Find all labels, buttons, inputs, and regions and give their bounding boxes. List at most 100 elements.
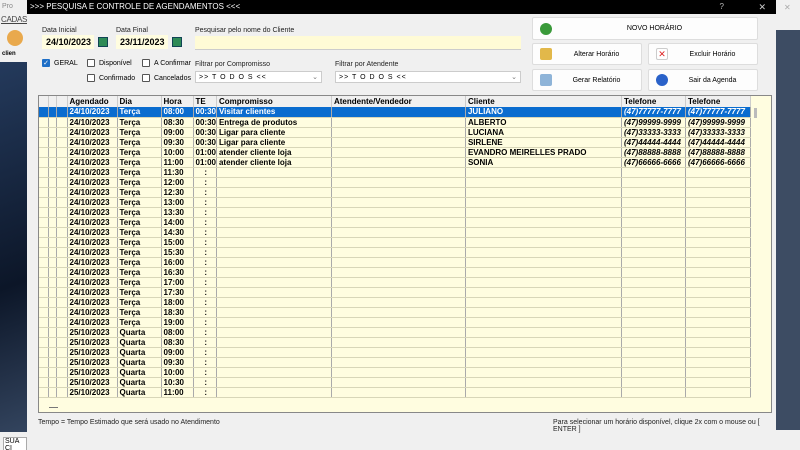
- row-marker-cell: [48, 147, 57, 158]
- row-marker-cell: [39, 207, 49, 218]
- table-cell: 25/10/2023: [67, 357, 118, 368]
- table-row[interactable]: 24/10/2023 Terça 17:00:: [39, 277, 751, 288]
- background-menu[interactable]: CADAS: [1, 15, 27, 24]
- table-row[interactable]: 25/10/2023 Quarta 08:30:: [39, 337, 751, 348]
- table-cell: 24/10/2023: [67, 267, 118, 278]
- table-row[interactable]: 24/10/2023 Terça 12:00:: [39, 177, 751, 188]
- table-cell: [331, 247, 466, 258]
- table-cell: :: [193, 327, 217, 338]
- calendar-icon[interactable]: [98, 37, 108, 47]
- table-row[interactable]: 24/10/2023 Terça 19:00:: [39, 317, 751, 328]
- table-row[interactable]: 25/10/2023 Quarta 09:00:: [39, 347, 751, 358]
- help-button[interactable]: ?: [720, 0, 724, 14]
- column-header[interactable]: [56, 96, 68, 107]
- column-header[interactable]: Hora: [161, 96, 194, 107]
- table-row[interactable]: 25/10/2023 Quarta 10:30:: [39, 377, 751, 388]
- table-cell: [331, 237, 466, 248]
- table-row[interactable]: 24/10/2023 Terça 09:00 00:30 Ligar para clie…: [39, 127, 751, 138]
- table-cell: [685, 327, 751, 338]
- agendamentos-grid[interactable]: Agendado Dia Hora TE Compromisso Atendente/Ve…: [38, 95, 772, 413]
- table-row[interactable]: 24/10/2023 Terça 14:30:: [39, 227, 751, 238]
- table-cell: Terça: [117, 237, 162, 248]
- data-inicial-field[interactable]: 24/10/2023: [42, 35, 94, 49]
- table-cell: [216, 267, 332, 278]
- table-cell: 08:00: [161, 327, 194, 338]
- table-cell: [621, 337, 686, 348]
- novo-horario-button[interactable]: NOVO HORÁRIO: [532, 17, 758, 40]
- checkbox-confirmado[interactable]: Confirmado: [87, 74, 135, 82]
- alterar-horario-button[interactable]: Alterar Horário: [532, 43, 642, 65]
- column-header[interactable]: Telefone: [621, 96, 686, 107]
- column-header[interactable]: Dia: [117, 96, 162, 107]
- table-row[interactable]: 24/10/2023 Terça 17:30:: [39, 287, 751, 298]
- table-row[interactable]: 24/10/2023 Terça 12:30:: [39, 187, 751, 198]
- table-cell: [621, 227, 686, 238]
- table-row[interactable]: 24/10/2023 Terça 13:00:: [39, 197, 751, 208]
- table-row[interactable]: 24/10/2023 Terça 08:30 00:30 Entrega de prod…: [39, 117, 751, 128]
- row-marker-cell: [56, 337, 68, 348]
- column-header[interactable]: Telefone: [685, 96, 751, 107]
- table-cell: 24/10/2023: [67, 197, 118, 208]
- column-header[interactable]: Compromisso: [216, 96, 332, 107]
- table-cell: [216, 367, 332, 378]
- table-cell: 25/10/2023: [67, 327, 118, 338]
- row-marker-cell: [56, 387, 68, 398]
- column-header[interactable]: [39, 96, 49, 107]
- table-row[interactable]: 25/10/2023 Quarta 08:00:: [39, 327, 751, 338]
- table-row[interactable]: 24/10/2023 Terça 16:30:: [39, 267, 751, 278]
- table-row[interactable]: 24/10/2023 Terça 10:00 01:00 atender cliente…: [39, 147, 751, 158]
- table-row[interactable]: 24/10/2023 Terça 14:00:: [39, 217, 751, 228]
- column-header[interactable]: Agendado: [67, 96, 118, 107]
- close-button[interactable]: ✕: [758, 0, 766, 14]
- column-header[interactable]: Atendente/Vendedor: [331, 96, 466, 107]
- table-cell: :: [193, 197, 217, 208]
- table-cell: (47)44444-4444: [685, 137, 751, 148]
- table-row[interactable]: 25/10/2023 Quarta 10:00:: [39, 367, 751, 378]
- table-row[interactable]: 24/10/2023 Terça 08:00 00:30 Visitar cliente…: [39, 107, 751, 118]
- table-row[interactable]: 24/10/2023 Terça 18:00:: [39, 297, 751, 308]
- checkbox-cancelados[interactable]: Cancelados: [142, 74, 191, 82]
- table-cell: [621, 377, 686, 388]
- table-row[interactable]: 24/10/2023 Terça 15:30:: [39, 247, 751, 258]
- table-cell: [331, 137, 466, 148]
- table-row[interactable]: 25/10/2023 Quarta 11:00:: [39, 387, 751, 398]
- row-marker-cell: [39, 297, 49, 308]
- gerar-relatorio-button[interactable]: Gerar Relatório: [532, 69, 642, 91]
- client-search-input[interactable]: [195, 36, 521, 50]
- table-cell: [216, 357, 332, 368]
- background-app-right: ✕: [776, 0, 800, 450]
- table-cell: [621, 217, 686, 228]
- column-header[interactable]: Cliente: [465, 96, 622, 107]
- checkbox-geral[interactable]: ✓ GERAL: [42, 59, 78, 67]
- table-row[interactable]: 24/10/2023 Terça 13:30:: [39, 207, 751, 218]
- vertical-scrollbar[interactable]: [754, 108, 757, 118]
- table-row[interactable]: 24/10/2023 Terça 16:00:: [39, 257, 751, 268]
- column-header[interactable]: [48, 96, 57, 107]
- row-marker-cell: [48, 287, 57, 298]
- checkbox-a-confirmar[interactable]: A Confirmar: [142, 59, 191, 67]
- excluir-horario-button[interactable]: ✕ Excluir Horário: [648, 43, 758, 65]
- data-final-field[interactable]: 23/11/2023: [116, 35, 168, 49]
- table-row[interactable]: 25/10/2023 Quarta 09:30:: [39, 357, 751, 368]
- table-cell: 25/10/2023: [67, 337, 118, 348]
- table-row[interactable]: 24/10/2023 Terça 18:30:: [39, 307, 751, 318]
- calendar-icon[interactable]: [172, 37, 182, 47]
- client-icon[interactable]: [7, 30, 23, 46]
- row-marker-cell: [56, 317, 68, 328]
- table-row[interactable]: 24/10/2023 Terça 11:30:: [39, 167, 751, 178]
- sair-agenda-button[interactable]: Sair da Agenda: [648, 69, 758, 91]
- table-cell: :: [193, 217, 217, 228]
- table-cell: [621, 347, 686, 358]
- table-row[interactable]: 24/10/2023 Terça 11:00 01:00 atender cliente…: [39, 157, 751, 168]
- table-cell: [465, 377, 622, 388]
- column-header[interactable]: TE: [193, 96, 217, 107]
- background-close-icon[interactable]: ✕: [784, 3, 791, 12]
- table-cell: [331, 287, 466, 298]
- table-cell: [465, 217, 622, 228]
- table-row[interactable]: 24/10/2023 Terça 15:00:: [39, 237, 751, 248]
- table-cell: 11:30: [161, 167, 194, 178]
- atendente-filter-select[interactable]: >> T O D O S << ⌄: [335, 71, 521, 83]
- checkbox-disponivel[interactable]: Disponível: [87, 59, 132, 67]
- compromisso-filter-select[interactable]: >> T O D O S << ⌄: [195, 71, 322, 83]
- table-row[interactable]: 24/10/2023 Terça 09:30 00:30 Ligar para clie…: [39, 137, 751, 148]
